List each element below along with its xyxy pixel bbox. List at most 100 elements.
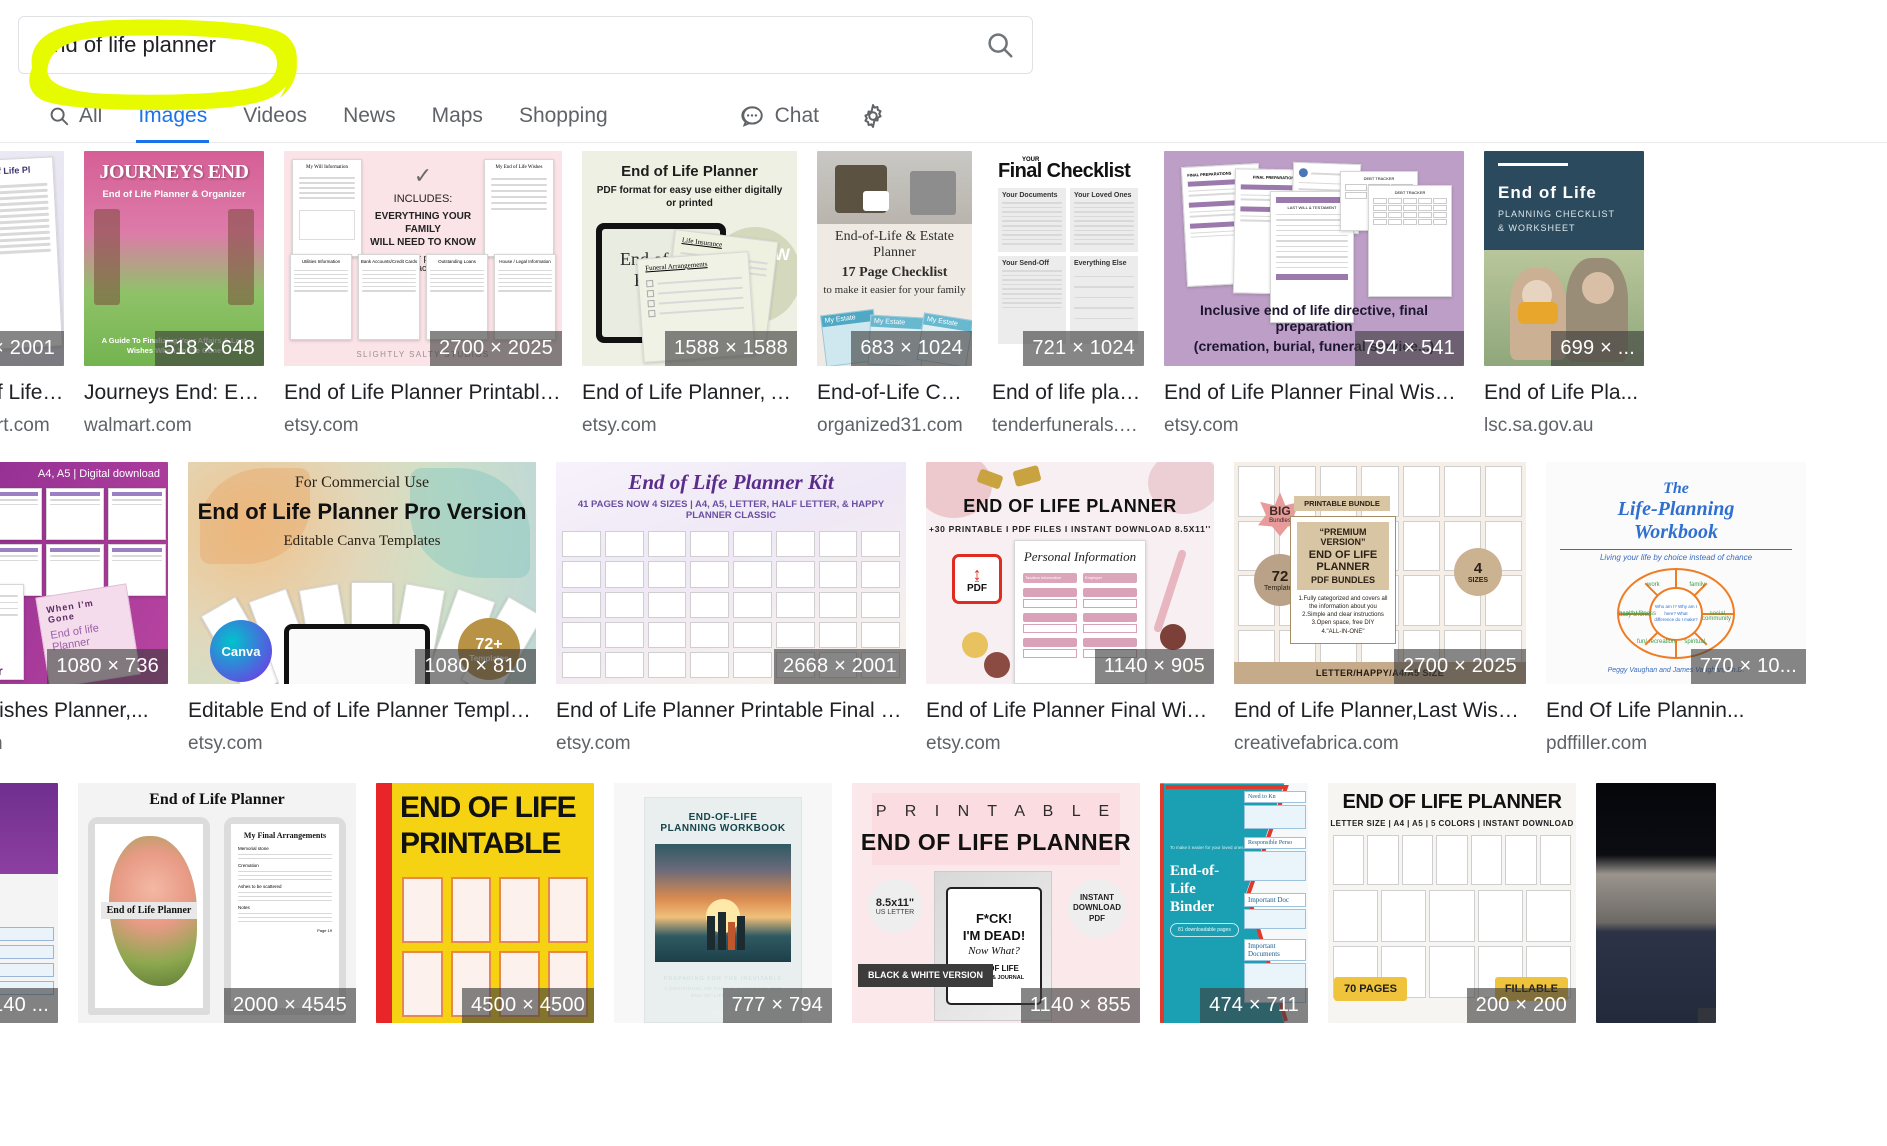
result-thumbnail: A4, A5 | Digital download When I'm Gone …	[0, 462, 168, 685]
result-source[interactable]: organized31.com	[817, 415, 972, 437]
result-thumbnail: My Will Information My End of Life Wishe…	[284, 151, 562, 366]
image-dimensions-badge: 1588 × 1588	[665, 331, 797, 366]
result-source[interactable]: etsy.com	[1164, 415, 1464, 437]
result-source[interactable]: etsy.com	[0, 733, 168, 755]
result-title[interactable]: End of Life Planner Printable Final Pre.…	[556, 698, 906, 723]
result-title[interactable]: End of Life Planner, After ...	[582, 380, 797, 405]
thumb-art: NER ner l-ou	[0, 783, 58, 1024]
tab-shopping[interactable]: Shopping	[501, 88, 626, 143]
check-icon: ✓	[413, 163, 433, 188]
result-title[interactable]: End of Life Planner,Last Wishes Plann...	[1234, 698, 1526, 723]
result-title[interactable]: End of Life Planner Final Wishes Pl...	[926, 698, 1214, 723]
art-title: END OF LIFE PLANNER	[1342, 791, 1562, 814]
result-tile: My Will Information My End of Life Wishe…	[284, 151, 562, 437]
art-line: F*CK!	[975, 911, 1013, 927]
results-row: A4, A5 | Digital download When I'm Gone …	[0, 462, 1815, 755]
search-submit-button[interactable]	[968, 17, 1032, 73]
result-tile	[1596, 783, 1716, 1024]
result-source[interactable]: tenderfunerals.com....	[992, 415, 1144, 437]
result-tile: JOURNEYS END End of Life Planner & Organ…	[84, 151, 264, 437]
result-title[interactable]: Editable End of Life Planner Template,..…	[188, 698, 536, 723]
art-subtitle: End of Life Planner & Organizer	[102, 189, 246, 200]
image-dimensions-badge: 2700 × 2025	[1394, 649, 1526, 685]
result-thumbnail: BIG Bundles 72 Templates 4 SIZES PRINTAB…	[1234, 462, 1526, 685]
image-dimensions-badge: 4500 × 4500	[462, 988, 594, 1024]
result-thumbnail: For Commercial Use End of Life Planner P…	[188, 462, 536, 685]
art-title: JOURNEYS END	[99, 161, 249, 183]
result-thumbnail: End of Life Planner PDF format for easy …	[582, 151, 797, 366]
art-overlay-title: End of Life Planner	[101, 902, 197, 920]
thumb-art: To make it easier for your loved ones En…	[1160, 783, 1308, 1024]
results-row: End of Life Pl 1568 × 2001 End of Life P…	[0, 151, 1829, 437]
image-dimensions-badge	[1698, 1008, 1716, 1024]
result-source[interactable]: walmart.com	[84, 415, 264, 437]
image-dimensions-badge: 1140 × 905	[1094, 649, 1214, 685]
art-line: For Commercial Use	[294, 474, 430, 492]
image-results-grid[interactable]: End of Life Pl 1568 × 2001 End of Life P…	[0, 143, 1887, 1146]
art-line: Inclusive end of life directive, final p…	[1200, 302, 1428, 334]
result-thumbnail: FINAL PREPARATIONS FINAL PREPARATIONS LA…	[1164, 151, 1464, 366]
result-title[interactable]: End of Life Planner Printable When ...	[284, 380, 562, 405]
result-title[interactable]: End of Life Pla...	[1484, 380, 1644, 405]
result-tile: End of Life Pl 1568 × 2001 End of Life P…	[0, 151, 64, 437]
tab-all[interactable]: All	[38, 88, 120, 143]
tab-news-label: News	[343, 103, 396, 127]
result-thumbnail: End of Life Pl 1568 × 2001	[0, 151, 64, 366]
tab-maps[interactable]: Maps	[414, 88, 501, 143]
result-source[interactable]: etsy.com	[284, 415, 562, 437]
result-tile: FINAL PREPARATIONS FINAL PREPARATIONS LA…	[1164, 151, 1464, 437]
result-thumbnail: YOUR Final Checklist Your Documents Your…	[992, 151, 1144, 366]
image-dimensions-badge: 699 × ...	[1551, 331, 1644, 366]
result-title[interactable]: End of Life Planner Printab...	[0, 380, 64, 405]
search-input[interactable]	[19, 17, 968, 73]
art-sheet-title: Important Documents	[1244, 939, 1306, 962]
result-source[interactable]: pdffiller.com	[1546, 733, 1806, 755]
result-tile: YOUR Final Checklist Your Documents Your…	[992, 151, 1144, 437]
result-source[interactable]: lsc.sa.gov.au	[1484, 415, 1644, 437]
art-sheet-title: Important Doc	[1244, 893, 1306, 908]
result-source[interactable]: etsy.com	[582, 415, 797, 437]
art-segment: work	[1647, 582, 1660, 589]
result-source[interactable]: walmart.com	[0, 415, 64, 437]
art-line: WILL NEED TO KNOW	[370, 237, 476, 248]
result-source[interactable]: creativefabrica.com	[1234, 733, 1526, 755]
tab-maps-label: Maps	[431, 103, 483, 127]
result-tile: END OF LIFE PLANNER +30 PRINTABLE I PDF …	[926, 462, 1214, 755]
chat-button[interactable]: Chat	[739, 103, 819, 129]
art-bullet: 1.Fully categorized and covers all the i…	[1298, 596, 1388, 611]
result-thumbnail: END OF LIFE PLANNER LETTER SIZE | A4 | A…	[1328, 783, 1576, 1024]
art-sheet-title: Need to Kn	[1244, 791, 1306, 804]
result-title[interactable]: Final Wishes Planner,...	[0, 698, 168, 723]
image-dimensions-badge: 474 × 711	[1200, 988, 1308, 1024]
result-source[interactable]: etsy.com	[926, 733, 1214, 755]
art-badge: INSTANT DOWNLOAD PDF	[1068, 879, 1126, 938]
art-title: Final Checklist	[998, 160, 1131, 182]
art-bullet: 3.Open space, free DIY	[1311, 620, 1375, 627]
thumb-art: END OF LIFE PRINTABLE	[376, 783, 594, 1024]
result-tile: The Life-Planning Workbook Living your l…	[1546, 462, 1806, 755]
art-title: End of Life Planner Kit	[628, 470, 834, 495]
result-title[interactable]: Journeys End: End ...	[84, 380, 264, 405]
tab-news[interactable]: News	[325, 88, 414, 143]
result-title[interactable]: End-of-Life Checkl...	[817, 380, 972, 405]
result-source[interactable]: etsy.com	[188, 733, 536, 755]
result-tile: End of Life Planner End of Life Planner …	[78, 783, 356, 1024]
art-center-text: Who am I? Why am I here? What difference…	[1649, 586, 1703, 641]
search-bar-container	[18, 16, 1033, 110]
result-tile: End-of-Life & Estate Planner 17 Page Che…	[817, 151, 972, 437]
art-bullet: 4."ALL-IN-ONE"	[1321, 628, 1365, 635]
art-line: END-OF-LIFE	[688, 812, 758, 824]
art-kicker: To make it easier for your loved ones	[1170, 845, 1244, 851]
art-title: End-of-	[1170, 863, 1220, 880]
art-badge: 70 PAGES	[1334, 977, 1407, 1002]
nav-tabs-row: All Images Videos News Maps Shopping Cha…	[0, 88, 1887, 143]
nav-tabs: All Images Videos News Maps Shopping	[38, 88, 626, 143]
result-title[interactable]: End of Life Planner Final Wishes Planne.…	[1164, 380, 1464, 405]
settings-button[interactable]	[859, 102, 887, 130]
search-bar[interactable]	[18, 16, 1033, 74]
result-source[interactable]: etsy.com	[556, 733, 906, 755]
result-title[interactable]: End of life plan - F...	[992, 380, 1144, 405]
tab-images[interactable]: Images	[120, 88, 225, 143]
result-title[interactable]: End Of Life Plannin...	[1546, 698, 1806, 723]
tab-videos[interactable]: Videos	[225, 88, 325, 143]
